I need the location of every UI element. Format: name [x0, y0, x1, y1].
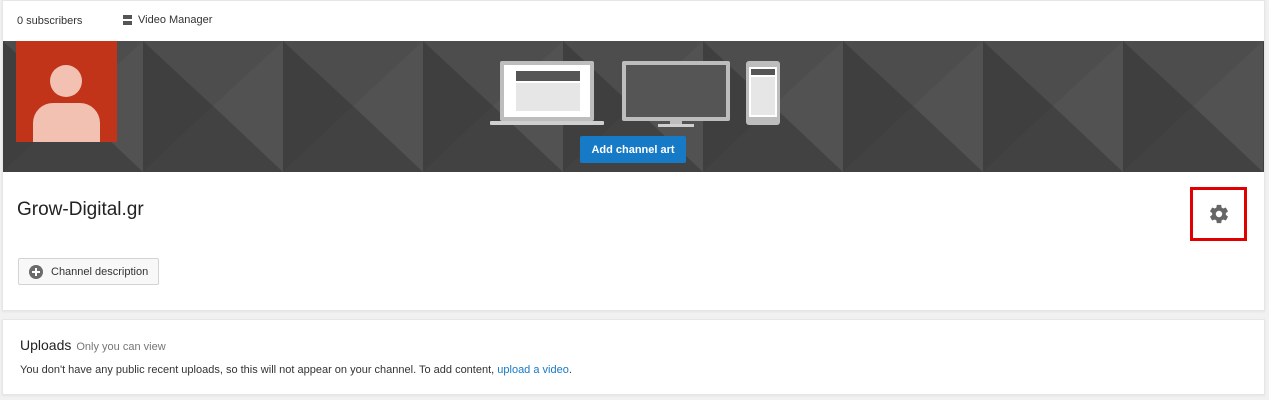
gear-icon — [1209, 204, 1228, 224]
plus-circle-icon — [29, 264, 43, 279]
add-channel-art-button[interactable]: Add channel art — [580, 136, 686, 163]
channel-settings-button[interactable] — [1190, 187, 1247, 241]
uploads-heading: Uploads Only you can view — [20, 337, 166, 353]
channel-title: Grow-Digital.gr — [17, 199, 144, 220]
uploads-message-text: You don't have any public recent uploads… — [20, 364, 495, 376]
upload-video-link[interactable]: upload a video — [497, 364, 569, 376]
uploads-title: Uploads — [20, 337, 72, 353]
uploads-visibility-note: Only you can view — [76, 341, 166, 353]
uploads-message-suffix: . — [568, 364, 572, 376]
uploads-empty-message: You don't have any public recent uploads… — [20, 364, 572, 376]
video-manager-link[interactable]: Video Manager — [123, 14, 212, 26]
channel-description-button[interactable]: Channel description — [18, 258, 159, 285]
channel-description-label: Channel description — [51, 265, 149, 278]
video-manager-label: Video Manager — [138, 14, 213, 26]
default-avatar-icon[interactable] — [16, 41, 117, 142]
channel-header-card: 0 subscribers Video Manager Add channel … — [2, 0, 1265, 311]
channel-art-banner: Add channel art — [3, 41, 1264, 172]
subscriber-count: 0 subscribers — [17, 15, 83, 27]
uploads-section: Uploads Only you can view You don't have… — [2, 319, 1265, 395]
video-manager-icon — [123, 15, 132, 25]
channel-stats-bar: 0 subscribers Video Manager — [3, 1, 1264, 41]
devices-preview-icon — [490, 61, 780, 127]
